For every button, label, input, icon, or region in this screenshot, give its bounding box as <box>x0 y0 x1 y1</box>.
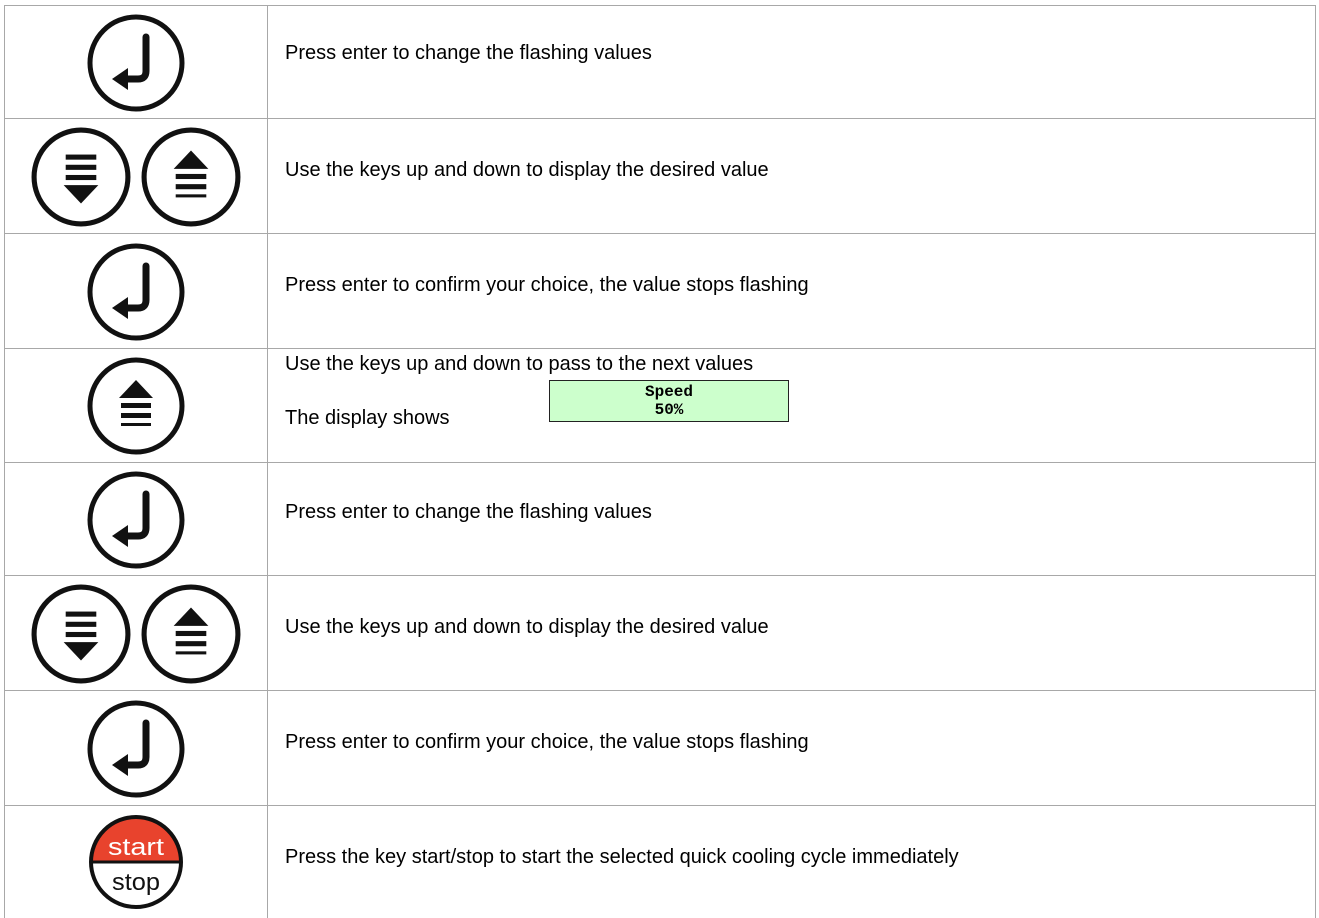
lcd-line-1: Speed <box>644 383 693 401</box>
step-row-2: Use the keys up and down to display the … <box>4 118 1316 234</box>
start-stop-key[interactable]: start stop <box>86 812 186 912</box>
instruction-table: Press enter to change the flashing value… <box>4 5 1318 918</box>
step-row-7: Press enter to confirm your choice, the … <box>4 690 1316 806</box>
step-text: Use the keys up and down to pass to the … <box>285 353 754 375</box>
start-label: start <box>108 834 164 861</box>
lcd-display: Speed 50% <box>549 380 789 422</box>
lcd-line-2: 50% <box>654 401 684 419</box>
up-key-icon[interactable] <box>140 126 242 228</box>
up-key-icon[interactable] <box>86 356 186 456</box>
step-text: Press enter to change the flashing value… <box>285 42 652 64</box>
stop-label: stop <box>112 869 160 896</box>
down-key-icon[interactable] <box>30 583 132 685</box>
enter-icon[interactable] <box>86 470 186 570</box>
step-text: Press the key start/stop to start the se… <box>285 846 959 868</box>
step-text: Press enter to confirm your choice, the … <box>285 274 809 296</box>
step-row-4: Use the keys up and down to pass to the … <box>4 348 1316 463</box>
enter-icon[interactable] <box>86 242 186 342</box>
up-key-icon[interactable] <box>140 583 242 685</box>
enter-icon[interactable] <box>86 699 186 799</box>
step-text: Use the keys up and down to display the … <box>285 159 769 181</box>
step-row-5: Press enter to change the flashing value… <box>4 462 1316 576</box>
step-row-6: Use the keys up and down to display the … <box>4 575 1316 691</box>
step-text: Press enter to confirm your choice, the … <box>285 731 809 753</box>
step-text: Press enter to change the flashing value… <box>285 501 652 523</box>
step-text: Use the keys up and down to display the … <box>285 616 769 638</box>
down-key-icon[interactable] <box>30 126 132 228</box>
display-label: The display shows <box>285 407 450 429</box>
step-row-3: Press enter to confirm your choice, the … <box>4 233 1316 349</box>
enter-icon[interactable] <box>86 13 186 113</box>
step-row-1: Press enter to change the flashing value… <box>4 5 1316 119</box>
step-row-8: start stop Press the key start/stop to s… <box>4 805 1316 918</box>
